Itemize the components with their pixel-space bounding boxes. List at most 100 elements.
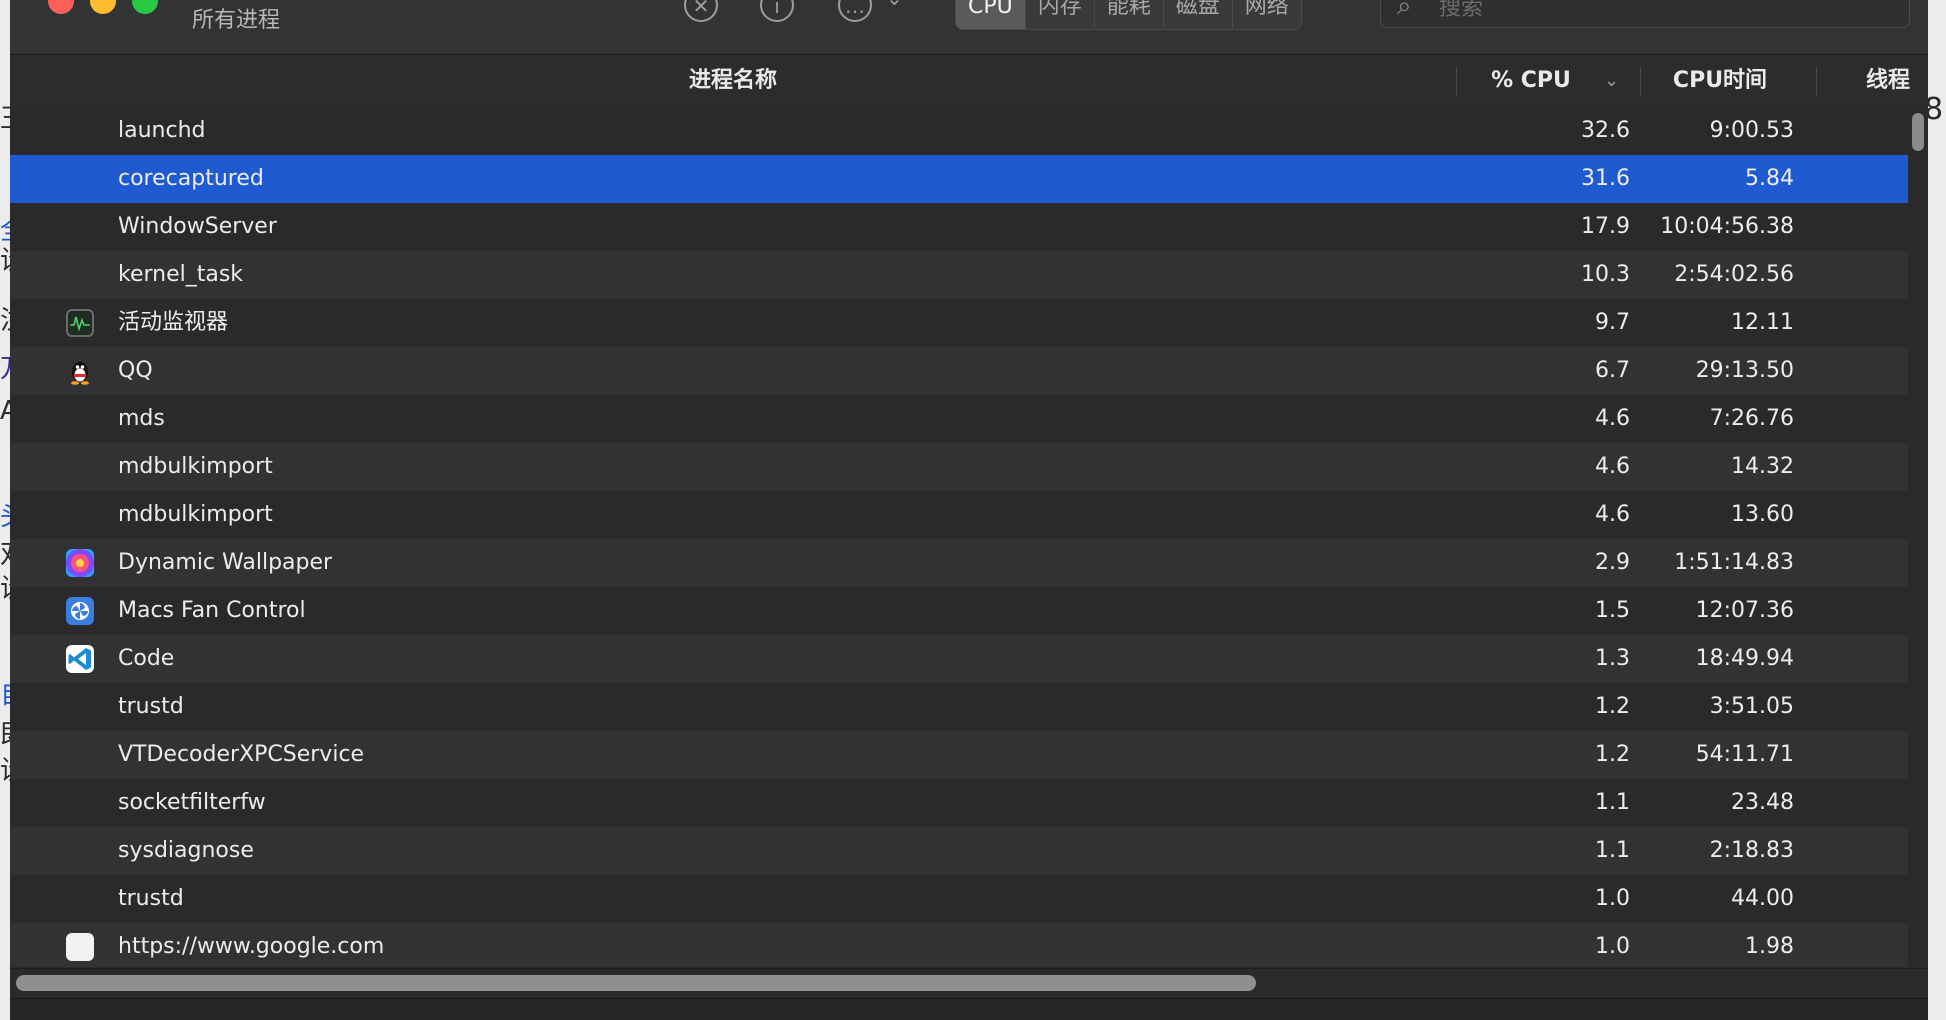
process-cpu-percent: 1.2 bbox=[1595, 742, 1630, 767]
process-row[interactable]: https://www.google.com 1.0 1.98 bbox=[10, 923, 1918, 967]
stop-process-button[interactable]: ✕ bbox=[684, 0, 718, 22]
process-cpu-time: 3:51.05 bbox=[1709, 694, 1794, 719]
process-row[interactable]: mdbulkimport 4.6 13.60 bbox=[10, 491, 1918, 539]
process-row[interactable]: mdbulkimport 4.6 14.32 bbox=[10, 443, 1918, 491]
process-row[interactable]: 活动监视器 9.7 12.11 bbox=[10, 299, 1918, 347]
process-cpu-percent: 6.7 bbox=[1595, 358, 1630, 383]
process-name: kernel_task bbox=[118, 262, 244, 287]
search-input[interactable] bbox=[1437, 0, 1881, 23]
process-cpu-time: 23.48 bbox=[1731, 790, 1794, 815]
tab-disk[interactable]: 磁盘 bbox=[1164, 0, 1233, 29]
process-cpu-time: 10:04:56.38 bbox=[1660, 214, 1794, 239]
process-row[interactable]: trustd 1.2 3:51.05 bbox=[10, 683, 1918, 731]
column-divider[interactable] bbox=[1456, 67, 1457, 97]
stop-icon: ✕ bbox=[692, 0, 710, 18]
process-name: socketfilterfw bbox=[118, 790, 266, 815]
process-row[interactable]: Code 1.3 18:49.94 bbox=[10, 635, 1918, 683]
process-cpu-percent: 1.1 bbox=[1595, 790, 1630, 815]
macs-fan-control-icon bbox=[66, 597, 94, 625]
tab-cpu[interactable]: CPU bbox=[956, 0, 1026, 29]
process-row[interactable]: sysdiagnose 1.1 2:18.83 bbox=[10, 827, 1918, 875]
process-cpu-percent: 17.9 bbox=[1581, 214, 1630, 239]
process-row[interactable]: WindowServer 17.9 10:04:56.38 bbox=[10, 203, 1918, 251]
process-name: trustd bbox=[118, 886, 184, 911]
process-cpu-time: 1:51:14.83 bbox=[1674, 550, 1794, 575]
process-cpu-time: 5.84 bbox=[1745, 166, 1794, 191]
process-cpu-time: 9:00.53 bbox=[1709, 118, 1794, 143]
process-cpu-time: 44.00 bbox=[1731, 886, 1794, 911]
process-cpu-percent: 1.0 bbox=[1595, 934, 1630, 959]
process-row[interactable]: VTDecoderXPCService 1.2 54:11.71 bbox=[10, 731, 1918, 779]
horizontal-scrollbar[interactable] bbox=[10, 968, 1928, 999]
category-tabs: CPU 内存 能耗 磁盘 网络 bbox=[955, 0, 1302, 30]
minimize-window-button[interactable] bbox=[90, 0, 116, 14]
process-list: launchd 32.6 9:00.53 corecaptured 31.6 5.84 Wi… bbox=[10, 107, 1920, 967]
tab-energy[interactable]: 能耗 bbox=[1095, 0, 1164, 29]
process-cpu-time: 2:54:02.56 bbox=[1674, 262, 1794, 287]
column-header-cpu[interactable]: % CPU bbox=[1466, 55, 1596, 107]
column-header-cpu-time[interactable]: CPU时间 bbox=[1640, 55, 1800, 107]
chevron-down-icon[interactable]: ⌄ bbox=[886, 0, 903, 10]
view-subtitle: 所有进程 bbox=[192, 8, 281, 33]
inspect-process-button[interactable]: i bbox=[760, 0, 794, 22]
process-cpu-percent: 31.6 bbox=[1581, 166, 1630, 191]
process-cpu-percent: 1.0 bbox=[1595, 886, 1630, 911]
horizontal-scrollbar-thumb[interactable] bbox=[16, 975, 1256, 991]
process-row[interactable]: Dynamic Wallpaper 2.9 1:51:14.83 bbox=[10, 539, 1918, 587]
sort-descending-icon: ⌄ bbox=[1604, 70, 1620, 91]
process-name: Macs Fan Control bbox=[118, 598, 306, 623]
process-row[interactable]: kernel_task 10.3 2:54:02.56 bbox=[10, 251, 1918, 299]
column-divider[interactable] bbox=[1816, 67, 1817, 97]
search-icon: ⌕ bbox=[1397, 0, 1412, 21]
process-row[interactable]: mds 4.6 7:26.76 bbox=[10, 395, 1918, 443]
column-header-process-name[interactable]: 进程名称 bbox=[10, 55, 1456, 107]
process-name: WindowServer bbox=[118, 214, 277, 239]
process-cpu-time: 18:49.94 bbox=[1695, 646, 1794, 671]
process-cpu-percent: 10.3 bbox=[1581, 262, 1630, 287]
column-header-threads[interactable]: 线程 bbox=[1866, 55, 1926, 107]
process-row[interactable]: QQ 6.7 29:13.50 bbox=[10, 347, 1918, 395]
close-window-button[interactable] bbox=[48, 0, 74, 14]
process-name: launchd bbox=[118, 118, 206, 143]
process-cpu-time: 12:07.36 bbox=[1695, 598, 1794, 623]
process-cpu-percent: 32.6 bbox=[1581, 118, 1630, 143]
process-cpu-percent: 4.6 bbox=[1595, 454, 1630, 479]
info-icon: i bbox=[774, 0, 780, 18]
tab-memory[interactable]: 内存 bbox=[1026, 0, 1095, 29]
process-cpu-percent: 9.7 bbox=[1595, 310, 1630, 335]
process-name: trustd bbox=[118, 694, 184, 719]
process-name: mdbulkimport bbox=[118, 502, 273, 527]
process-name: QQ bbox=[118, 358, 153, 383]
process-cpu-time: 54:11.71 bbox=[1695, 742, 1794, 767]
process-row[interactable]: launchd 32.6 9:00.53 bbox=[10, 107, 1918, 155]
process-row[interactable]: trustd 1.0 44.00 bbox=[10, 875, 1918, 923]
process-name: corecaptured bbox=[118, 166, 264, 191]
background-window-edge-left: 王 全 设 注 万 A 头 双 设 自 即 设 bbox=[0, 0, 10, 1020]
process-name: Dynamic Wallpaper bbox=[118, 550, 333, 575]
vertical-scrollbar[interactable] bbox=[1908, 107, 1928, 967]
process-cpu-time: 13.60 bbox=[1731, 502, 1794, 527]
process-cpu-percent: 4.6 bbox=[1595, 406, 1630, 431]
activity-monitor-icon bbox=[66, 309, 94, 337]
process-row[interactable]: corecaptured 31.6 5.84 bbox=[10, 155, 1918, 203]
process-name: mds bbox=[118, 406, 165, 431]
zoom-window-button[interactable] bbox=[132, 0, 158, 14]
process-name: https://www.google.com bbox=[118, 934, 385, 959]
process-row[interactable]: socketfilterfw 1.1 23.48 bbox=[10, 779, 1918, 827]
footer-bar bbox=[10, 998, 1928, 1020]
activity-monitor-window: 所有进程 ✕ i … ⌄ CPU 内存 能耗 磁盘 网络 ⌕ 进程名称 % CP… bbox=[10, 0, 1928, 1020]
process-cpu-time: 29:13.50 bbox=[1695, 358, 1794, 383]
process-cpu-time: 7:26.76 bbox=[1709, 406, 1794, 431]
process-name: sysdiagnose bbox=[118, 838, 254, 863]
column-headers: 进程名称 % CPU ⌄ CPU时间 线程 bbox=[10, 55, 1928, 108]
process-cpu-percent: 1.1 bbox=[1595, 838, 1630, 863]
process-cpu-percent: 1.5 bbox=[1595, 598, 1630, 623]
process-cpu-percent: 1.3 bbox=[1595, 646, 1630, 671]
qq-penguin-icon bbox=[66, 357, 94, 385]
process-row[interactable]: Macs Fan Control 1.5 12:07.36 bbox=[10, 587, 1918, 635]
tab-network[interactable]: 网络 bbox=[1233, 0, 1301, 29]
more-actions-button[interactable]: … bbox=[838, 0, 872, 22]
process-name: 活动监视器 bbox=[118, 310, 229, 335]
vertical-scrollbar-thumb[interactable] bbox=[1912, 113, 1924, 151]
google-chrome-helper-icon bbox=[66, 933, 94, 961]
